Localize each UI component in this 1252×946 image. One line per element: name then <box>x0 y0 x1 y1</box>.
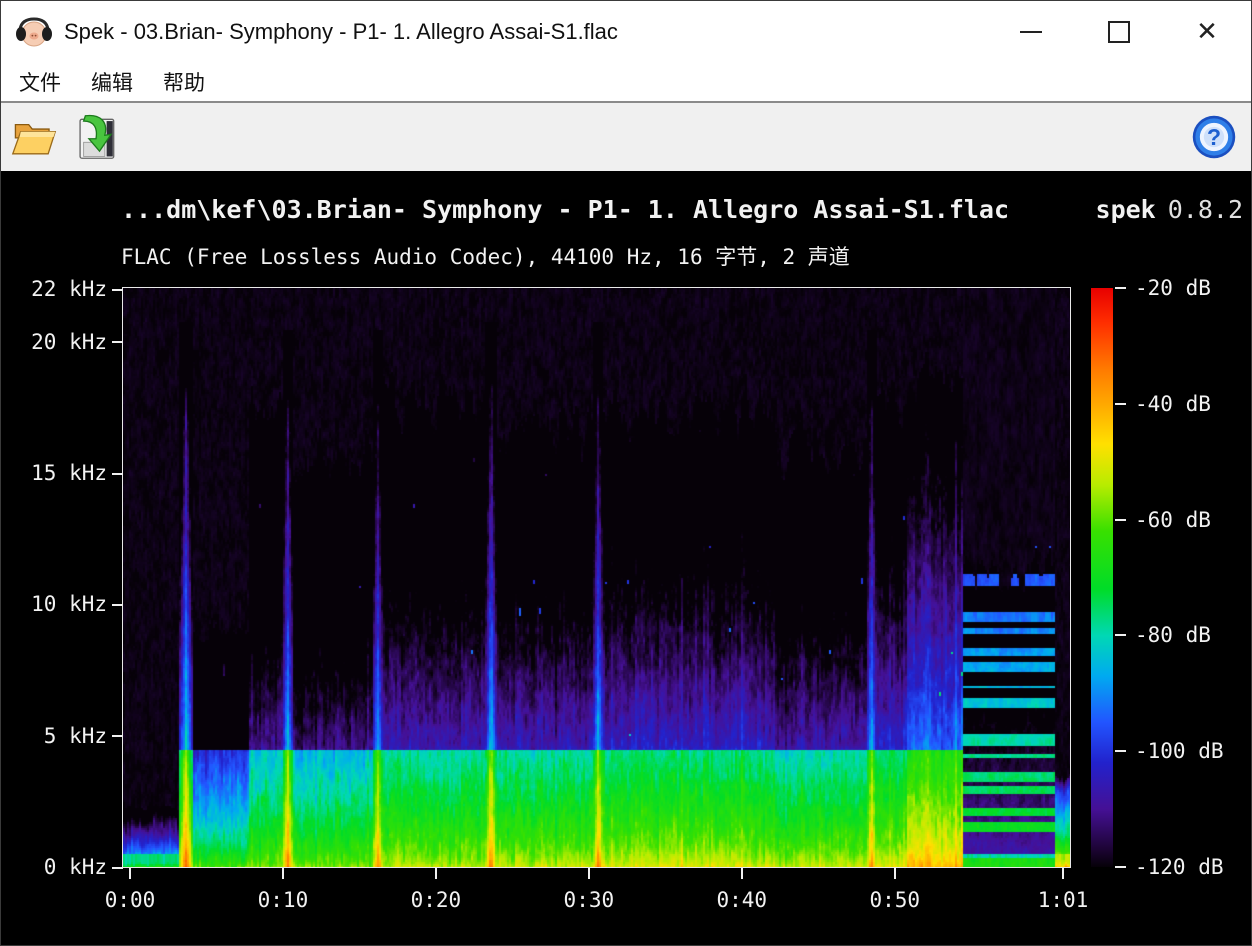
app-icon <box>14 15 54 49</box>
legend-tick-mark <box>1115 750 1126 752</box>
title-bar: Spek - 03.Brian- Symphony - P1- 1. Alleg… <box>1 1 1251 63</box>
help-question-icon: ? <box>1191 111 1237 163</box>
x-tick-mark <box>741 868 743 879</box>
maximize-icon <box>1108 21 1130 43</box>
x-tick-label: 0:10 <box>238 889 328 911</box>
y-tick-mark <box>112 289 123 291</box>
legend-tick-mark <box>1115 287 1126 289</box>
legend-tick-mark <box>1115 519 1126 521</box>
spectrogram-header: ...dm\kef\03.Brian- Symphony - P1- 1. Al… <box>121 195 1243 224</box>
x-tick-mark <box>1062 868 1064 879</box>
y-tick-mark <box>112 735 123 737</box>
legend-tick-label: -40 dB <box>1135 393 1211 415</box>
spectrogram-canvas <box>123 288 1070 867</box>
y-tick-mark <box>112 341 123 343</box>
x-tick-mark <box>588 868 590 879</box>
app-name-label: spek <box>1096 195 1156 224</box>
open-file-button[interactable] <box>5 107 63 167</box>
y-tick-label: 15 kHz <box>15 462 107 484</box>
legend-tick-mark <box>1115 634 1126 636</box>
y-tick-label: 10 kHz <box>15 593 107 615</box>
menu-bar: 文件 编辑 帮助 <box>1 63 1251 103</box>
x-tick-mark <box>129 868 131 879</box>
spectrogram-panel: ...dm\kef\03.Brian- Symphony - P1- 1. Al… <box>1 171 1252 946</box>
file-path-label: ...dm\kef\03.Brian- Symphony - P1- 1. Al… <box>121 195 1009 224</box>
legend-tick-mark <box>1115 403 1126 405</box>
y-tick-label: 22 kHz <box>15 278 107 300</box>
y-tick-label: 0 kHz <box>15 856 107 878</box>
window-controls: ✕ <box>987 1 1251 63</box>
y-tick-mark <box>112 867 123 869</box>
y-tick-mark <box>112 604 123 606</box>
legend-tick-label: -60 dB <box>1135 509 1211 531</box>
app-version-label: 0.8.2 <box>1168 195 1243 224</box>
menu-item-file[interactable]: 文件 <box>7 67 73 97</box>
legend-tick-mark <box>1115 866 1126 868</box>
x-tick-label: 1:01 <box>1018 889 1108 911</box>
svg-text:?: ? <box>1207 124 1221 150</box>
legend-gradient <box>1091 288 1113 867</box>
maximize-button[interactable] <box>1075 1 1163 63</box>
save-disk-arrow-icon <box>73 109 119 165</box>
y-tick-label: 20 kHz <box>15 331 107 353</box>
save-spectrogram-button[interactable] <box>67 107 125 167</box>
menu-item-edit[interactable]: 编辑 <box>79 67 145 97</box>
legend-tick-label: -80 dB <box>1135 624 1211 646</box>
x-tick-label: 0:50 <box>850 889 940 911</box>
minimize-button[interactable] <box>987 1 1075 63</box>
legend-tick-label: -20 dB <box>1135 277 1211 299</box>
y-tick-mark <box>112 473 123 475</box>
x-tick-label: 0:00 <box>85 889 175 911</box>
x-tick-mark <box>894 868 896 879</box>
window-title: Spek - 03.Brian- Symphony - P1- 1. Alleg… <box>64 19 618 45</box>
folder-open-icon <box>11 111 57 163</box>
legend-tick-label: -120 dB <box>1135 856 1224 878</box>
format-info-label: FLAC (Free Lossless Audio Codec), 44100 … <box>121 241 850 271</box>
menu-item-help[interactable]: 帮助 <box>151 67 217 97</box>
x-tick-label: 0:40 <box>697 889 787 911</box>
close-button[interactable]: ✕ <box>1163 1 1251 63</box>
plot-frame <box>122 287 1071 868</box>
x-tick-mark <box>435 868 437 879</box>
toolbar: ? <box>1 103 1251 171</box>
legend-tick-label: -100 dB <box>1135 740 1224 762</box>
x-tick-label: 0:20 <box>391 889 481 911</box>
app-window: Spek - 03.Brian- Symphony - P1- 1. Alleg… <box>0 0 1252 946</box>
minimize-icon <box>1020 31 1042 33</box>
x-tick-mark <box>282 868 284 879</box>
close-icon: ✕ <box>1196 19 1218 45</box>
help-button[interactable]: ? <box>1185 107 1243 167</box>
x-tick-label: 0:30 <box>544 889 634 911</box>
y-tick-label: 5 kHz <box>15 725 107 747</box>
